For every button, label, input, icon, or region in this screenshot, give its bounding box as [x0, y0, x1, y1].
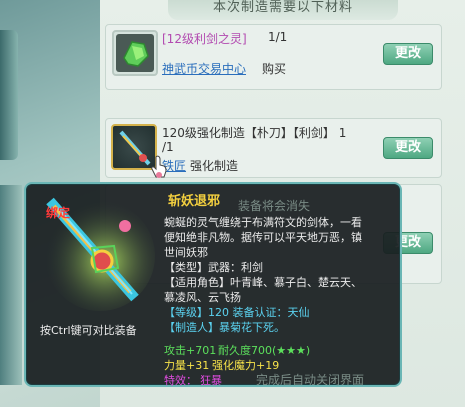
background-bottom-fragment: 完成后自动关闭界面	[256, 373, 365, 387]
change-button-1[interactable]: 更改	[383, 43, 433, 65]
item-roles-line-2: 慕凌风、云飞扬	[164, 291, 241, 304]
item-type: 【类型】武器：利剑	[164, 261, 263, 274]
item-name: 斩妖退邪	[168, 194, 221, 209]
item-level: 【等级】120 装备认证：天仙	[164, 306, 310, 319]
jade-gem-icon	[116, 34, 154, 72]
compare-hint: 按Ctrl键可对比装备	[40, 324, 137, 337]
panel-header: 本次制造需要以下材料	[168, 0, 398, 20]
material-2-source-suffix: 强化制造	[190, 159, 239, 173]
material-slot-1[interactable]	[112, 30, 158, 76]
bound-label: 绑定	[46, 206, 71, 220]
item-durability: 耐久度700(★★★)	[218, 344, 311, 357]
item-desc-line-1: 蜿蜒的灵气缠绕于布满符文的剑体，一看	[164, 216, 362, 229]
material-1-source-link[interactable]: 神武币交易中心	[162, 60, 246, 77]
hand-cursor-icon	[151, 155, 167, 178]
item-desc-line-3: 世间妖邪	[164, 246, 208, 259]
item-special-value: 狂暴	[200, 374, 222, 387]
item-desc-line-2: 便知绝非凡物。据传可以平天地万恶，镇	[164, 231, 362, 244]
change-button-2[interactable]: 更改	[383, 137, 433, 159]
item-roles-line-1: 【适用角色】叶青峰、慕子白、楚云天、	[164, 276, 362, 289]
item-maker: 【制造人】暴菊花下死。	[164, 321, 285, 334]
material-1-name: [12级利剑之灵]	[162, 32, 247, 46]
item-special-label: 特效：	[164, 374, 197, 387]
left-window-edge	[0, 30, 18, 160]
material-1-count: 1/1	[268, 30, 288, 44]
sword-icon	[119, 130, 151, 166]
item-strength: 力量+31	[164, 359, 210, 372]
material-1-source-suffix: 购买	[262, 62, 287, 76]
material-2-title: 120级强化制造【朴刀】【利剑】 1	[162, 126, 347, 140]
background-warning-fragment: 装备将会消失	[238, 199, 311, 213]
material-2-count: /1	[162, 140, 174, 154]
left-window-edge-lower	[0, 185, 22, 385]
item-attack: 攻击+701	[164, 344, 217, 357]
